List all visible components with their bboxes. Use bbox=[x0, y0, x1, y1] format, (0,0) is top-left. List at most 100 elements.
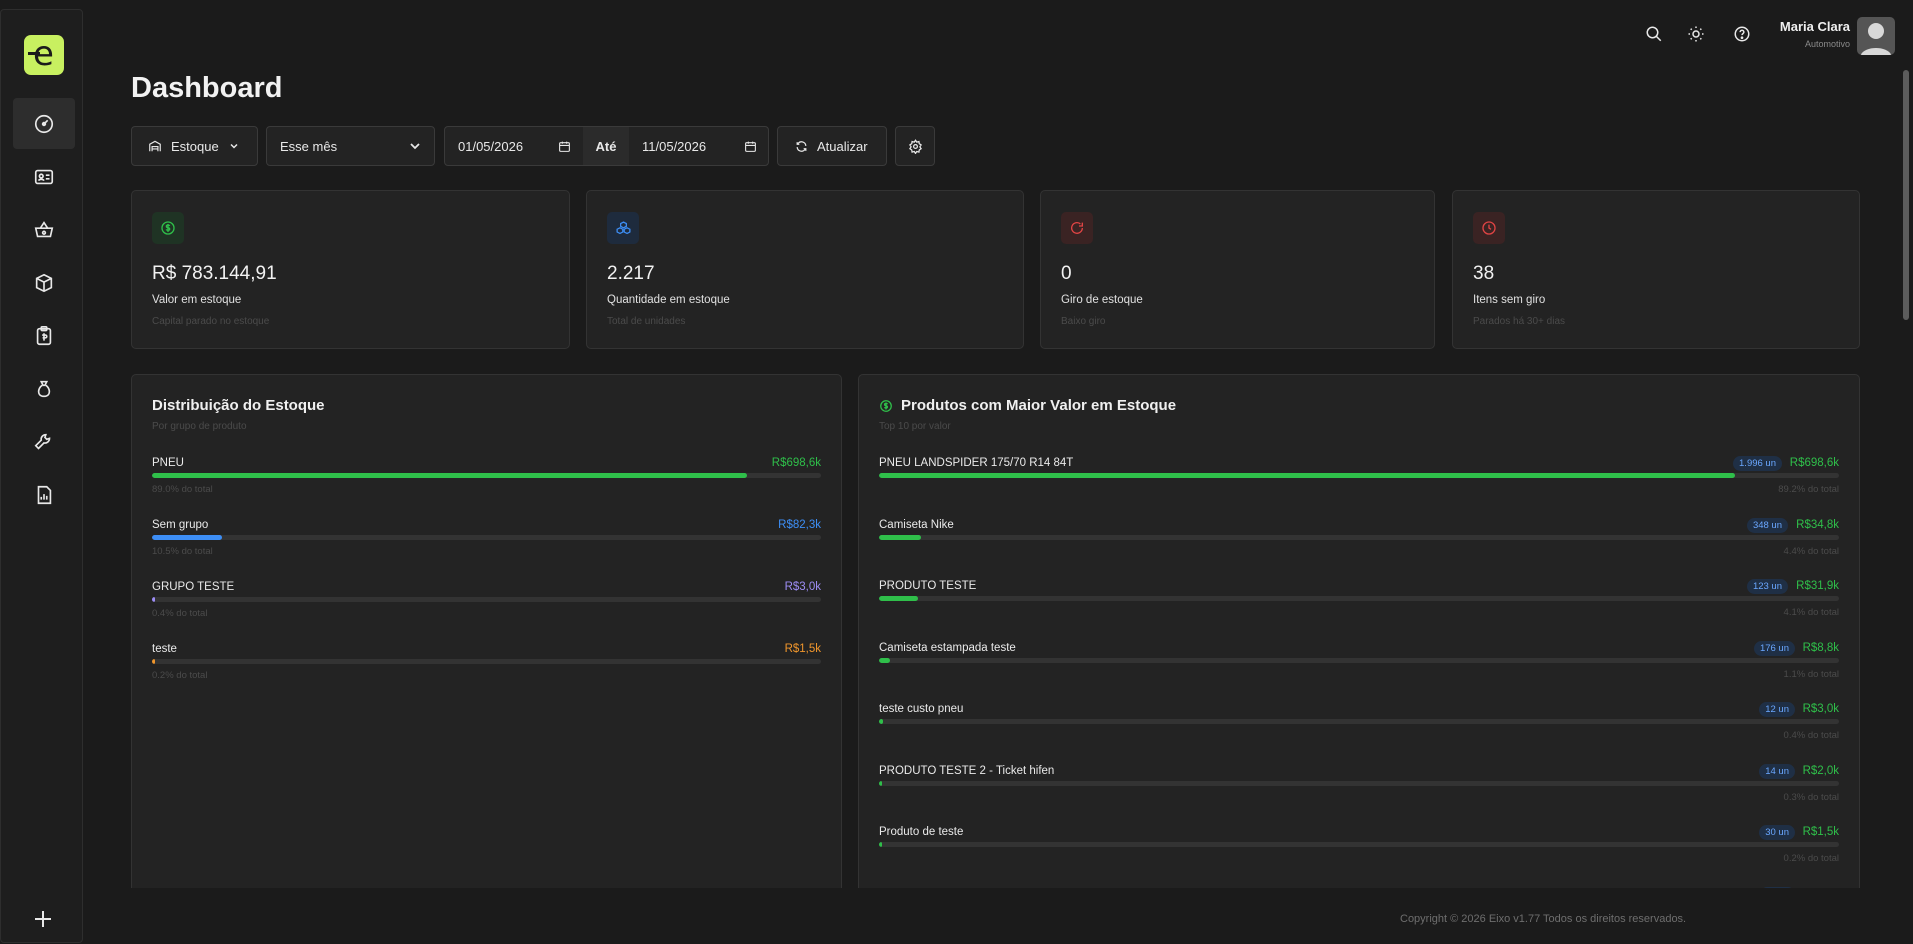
distribution-row[interactable]: Sem grupo R$82,3k 10.5% do total bbox=[152, 519, 821, 569]
settings-button[interactable] bbox=[895, 126, 935, 166]
units-badge: 30 un bbox=[1759, 825, 1795, 840]
stat-subtitle: Capital parado no estoque bbox=[152, 316, 270, 327]
product-row[interactable]: PNEU LANDSPIDER 175/70 R14 84T R$698,6k 1.… bbox=[879, 456, 1839, 507]
gauge-icon bbox=[34, 114, 54, 133]
report-icon bbox=[37, 485, 52, 504]
product-name: teste custo pneu bbox=[879, 703, 964, 715]
group-percent: 0.4% do total bbox=[152, 608, 208, 619]
clipboard-icon bbox=[36, 325, 52, 345]
refresh-icon bbox=[796, 140, 807, 152]
sidebar: e bbox=[0, 9, 83, 943]
progress-fill bbox=[152, 473, 748, 478]
product-percent: 4.1% do total bbox=[1783, 607, 1839, 618]
product-percent: 89.2% do total bbox=[1778, 484, 1839, 495]
progress-fill bbox=[152, 535, 223, 540]
avatar[interactable] bbox=[1857, 17, 1895, 55]
progress-fill bbox=[879, 657, 890, 663]
card-icon-bg bbox=[152, 212, 184, 244]
sidebar-item-orders[interactable] bbox=[13, 310, 75, 361]
scrollbar-thumb[interactable] bbox=[1903, 70, 1909, 320]
units-badge: 123 un bbox=[1746, 579, 1788, 594]
help-button[interactable] bbox=[1730, 22, 1754, 46]
module-select[interactable]: Estoque bbox=[131, 126, 258, 166]
progress-track bbox=[879, 473, 1839, 478]
progress-fill bbox=[152, 597, 155, 602]
stat-value: 2.217 bbox=[607, 263, 655, 284]
stat-label: Itens sem giro bbox=[1473, 294, 1546, 306]
group-percent: 0.2% do total bbox=[152, 670, 208, 681]
units-badge: 14 un bbox=[1759, 763, 1795, 779]
sidebar-item-services[interactable] bbox=[13, 416, 75, 467]
sidebar-item-products[interactable] bbox=[13, 257, 75, 308]
date-range: 01/05/2026 Até 11/05/2026 bbox=[444, 126, 769, 166]
sidebar-item-sales[interactable] bbox=[13, 204, 75, 255]
stat-subtitle: Total de unidades bbox=[607, 316, 686, 327]
date-from-field[interactable]: 01/05/2026 bbox=[445, 127, 583, 165]
date-to-field[interactable]: 11/05/2026 bbox=[629, 127, 769, 165]
dollar-icon bbox=[880, 399, 892, 412]
distribution-row[interactable]: PNEU R$698,6k 89.0% do total bbox=[152, 457, 821, 507]
sidebar-item-reports[interactable] bbox=[13, 469, 75, 520]
id-card-icon bbox=[34, 169, 54, 184]
panel-title: Produtos com Maior Valor em Estoque bbox=[879, 397, 1176, 414]
product-row[interactable]: Produto de teste R$1,5k 30 un 0.2% do total bbox=[879, 825, 1839, 876]
gear-icon bbox=[908, 138, 922, 154]
distribution-row[interactable]: GRUPO TESTE R$3,0k 0.4% do total bbox=[152, 581, 821, 631]
period-select[interactable]: Esse mês bbox=[266, 126, 435, 166]
group-name: PNEU bbox=[152, 457, 184, 469]
product-row[interactable]: PRODUTO TESTE R$31,9k 123 un 4.1% do total bbox=[879, 579, 1839, 630]
warehouse-icon bbox=[149, 140, 161, 152]
card-icon-bg bbox=[1061, 212, 1093, 244]
group-name: GRUPO TESTE bbox=[152, 581, 235, 593]
sidebar-item-finance[interactable] bbox=[13, 363, 75, 414]
user-avatar-icon bbox=[1860, 23, 1892, 55]
panel-title: Distribuição do Estoque bbox=[152, 397, 325, 414]
product-percent: 1.1% do total bbox=[1783, 668, 1839, 680]
user-name[interactable]: Maria Clara bbox=[1760, 19, 1850, 34]
product-amount: R$8,8k bbox=[1802, 641, 1839, 654]
card-icon-bg bbox=[1473, 212, 1505, 244]
module-label: Estoque bbox=[171, 138, 219, 154]
progress-track bbox=[152, 535, 821, 540]
chevron-down-icon bbox=[230, 143, 238, 149]
page-title: Dashboard bbox=[131, 72, 283, 104]
product-name: Camiseta Nike bbox=[879, 518, 954, 531]
product-row[interactable]: PRODUTO TESTE 2 - Ticket hifen R$2,0k 14 u… bbox=[879, 763, 1839, 815]
refresh-label: Atualizar bbox=[817, 138, 868, 154]
refresh-button[interactable]: Atualizar bbox=[777, 126, 887, 166]
group-percent: 89.0% do total bbox=[152, 484, 213, 495]
money-bag-icon bbox=[37, 380, 51, 397]
product-percent: 4.4% do total bbox=[1783, 545, 1839, 557]
progress-fill bbox=[879, 842, 882, 847]
sidebar-item-clients[interactable] bbox=[13, 151, 75, 202]
group-name: Sem grupo bbox=[152, 519, 209, 531]
product-name: PRODUTO TESTE bbox=[879, 580, 977, 592]
units-badge: 348 un bbox=[1746, 517, 1788, 533]
user-company: Automotivo bbox=[1804, 39, 1850, 49]
sidebar-item-dashboard[interactable] bbox=[13, 98, 75, 149]
stat-value: R$ 783.144,91 bbox=[152, 263, 277, 284]
stat-label: Quantidade em estoque bbox=[607, 294, 730, 306]
product-percent: 0.3% do total bbox=[1783, 791, 1839, 803]
product-row[interactable]: Camiseta estampada teste R$8,8k 176 un 1.1%… bbox=[879, 640, 1839, 692]
stat-value: 38 bbox=[1473, 263, 1495, 284]
progress-fill bbox=[152, 659, 155, 664]
app-logo[interactable]: e bbox=[24, 35, 64, 75]
box-icon bbox=[35, 273, 53, 292]
stat-label: Giro de estoque bbox=[1061, 294, 1143, 306]
theme-toggle-button[interactable] bbox=[1684, 22, 1708, 46]
help-icon bbox=[1734, 26, 1750, 42]
add-button[interactable] bbox=[29, 905, 57, 933]
calendar-icon bbox=[559, 141, 570, 152]
rotate-icon bbox=[1071, 221, 1083, 234]
distribution-row[interactable]: teste R$1,5k 0.2% do total bbox=[152, 643, 821, 693]
product-row[interactable]: teste custo pneu R$3,0k 12 un 0.4% do total bbox=[879, 702, 1839, 753]
stat-card-stock-value: R$ 783.144,91 Valor em estoque Capital p… bbox=[131, 190, 570, 349]
chevron-down-icon bbox=[410, 143, 420, 150]
panel-subtitle: Por grupo de produto bbox=[152, 421, 247, 432]
search-button[interactable] bbox=[1642, 22, 1666, 46]
date-to-value: 11/05/2026 bbox=[642, 138, 707, 154]
stat-card-stock-quantity: 2.217 Quantidade em estoque Total de uni… bbox=[586, 190, 1024, 349]
product-row[interactable]: Camiseta Nike R$34,8k 348 un 4.4% do total bbox=[879, 517, 1839, 569]
product-name: PNEU LANDSPIDER 175/70 R14 84T bbox=[879, 457, 1074, 469]
